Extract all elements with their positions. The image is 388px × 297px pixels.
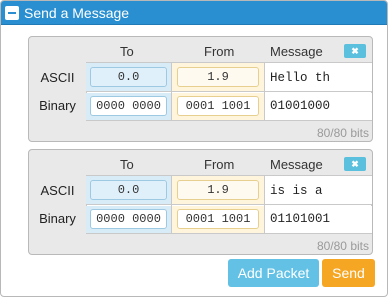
from-binary-field[interactable]: 0001 1001	[177, 209, 259, 229]
bits-count: 80/80 bits	[316, 239, 369, 253]
panel-header[interactable]: Send a Message	[1, 1, 387, 25]
to-ascii-field[interactable]: 0.0	[90, 180, 167, 200]
row-label-binary: Binary	[39, 98, 76, 113]
row-label-binary: Binary	[39, 211, 76, 226]
from-ascii-field[interactable]: 1.9	[177, 180, 259, 200]
column-header-to: To	[120, 157, 134, 172]
from-ascii-field[interactable]: 1.9	[177, 67, 259, 87]
bits-count: 80/80 bits	[316, 126, 369, 140]
to-binary-field[interactable]: 0000 0000	[90, 96, 167, 116]
column-header-message: Message	[270, 157, 323, 172]
message-ascii-field[interactable]: Hello th	[270, 70, 330, 86]
column-header-message: Message	[270, 44, 323, 59]
to-binary-field[interactable]: 0000 0000	[90, 209, 167, 229]
remove-packet-button[interactable]: ✖	[344, 157, 366, 171]
column-header-from: From	[204, 157, 235, 172]
message-binary-field[interactable]: 01101001	[270, 211, 330, 227]
remove-packet-button[interactable]: ✖	[344, 44, 366, 58]
send-message-panel: Send a Message To From Message ✖ ASCII B…	[0, 0, 388, 297]
panel-title: Send a Message	[24, 5, 130, 21]
send-button[interactable]: Send	[322, 259, 375, 287]
collapse-icon[interactable]	[5, 6, 19, 20]
message-binary-field[interactable]: 01001000	[270, 98, 330, 114]
column-header-to: To	[120, 44, 134, 59]
row-label-ascii: ASCII	[40, 183, 75, 198]
row-label-ascii: ASCII	[40, 70, 75, 85]
message-ascii-field[interactable]: is is a	[270, 183, 323, 199]
packet-card: To From Message ✖ ASCII Binary 0.0 1.9 i…	[28, 149, 373, 255]
add-packet-button[interactable]: Add Packet	[228, 259, 319, 287]
to-ascii-field[interactable]: 0.0	[90, 67, 167, 87]
from-binary-field[interactable]: 0001 1001	[177, 96, 259, 116]
column-header-from: From	[204, 44, 235, 59]
packet-card: To From Message ✖ ASCII Binary 0.0 1.9 H…	[28, 36, 373, 142]
